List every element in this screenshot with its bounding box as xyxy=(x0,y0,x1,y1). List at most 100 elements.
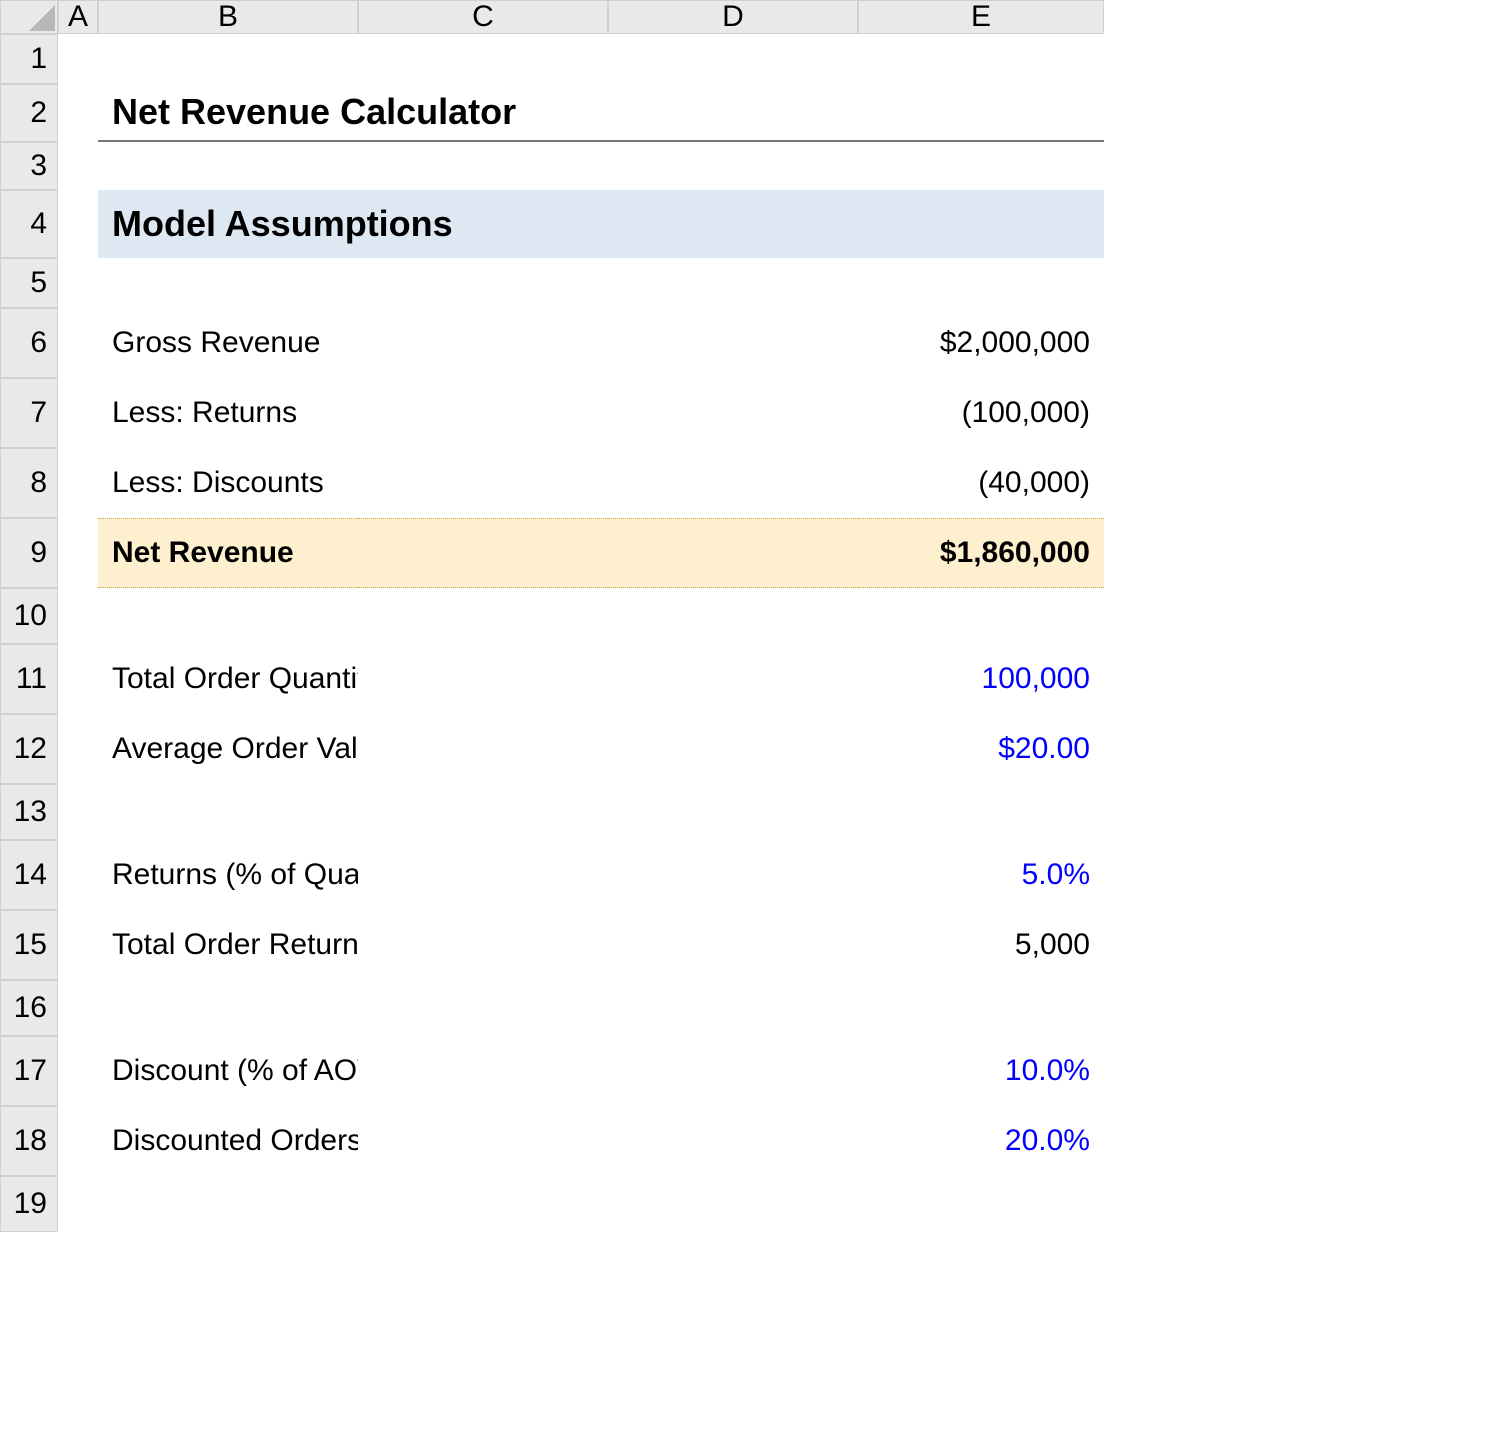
col-header-C[interactable]: C xyxy=(358,0,608,34)
value-less-discounts[interactable]: (40,000) xyxy=(858,448,1104,518)
cell-D7[interactable] xyxy=(608,378,858,448)
value-net-revenue[interactable]: $1,860,000 xyxy=(858,518,1104,588)
cell-A7[interactable] xyxy=(58,378,98,448)
cell-C10[interactable] xyxy=(358,588,608,644)
section-header[interactable]: Model Assumptions xyxy=(98,190,1104,258)
row-header-11[interactable]: 11 xyxy=(0,644,58,714)
row-header-4[interactable]: 4 xyxy=(0,190,58,258)
cell-E5[interactable] xyxy=(858,258,1104,308)
cell-A6[interactable] xyxy=(58,308,98,378)
value-total-returns[interactable]: 5,000 xyxy=(858,910,1104,980)
title-cell[interactable]: Net Revenue Calculator xyxy=(98,84,1104,142)
value-aov[interactable]: $20.00 xyxy=(858,714,1104,784)
label-aov[interactable]: Average Order Value (AOV) xyxy=(98,714,358,784)
value-discounted-orders-pct[interactable]: 20.0% xyxy=(858,1106,1104,1176)
row-header-6[interactable]: 6 xyxy=(0,308,58,378)
row-header-8[interactable]: 8 xyxy=(0,448,58,518)
cell-A13[interactable] xyxy=(58,784,98,840)
row-header-18[interactable]: 18 xyxy=(0,1106,58,1176)
cell-A18[interactable] xyxy=(58,1106,98,1176)
value-discount-pct[interactable]: 10.0% xyxy=(858,1036,1104,1106)
cell-C16[interactable] xyxy=(358,980,608,1036)
cell-B1[interactable] xyxy=(98,34,358,84)
cell-D1[interactable] xyxy=(608,34,858,84)
row-header-2[interactable]: 2 xyxy=(0,84,58,142)
cell-A11[interactable] xyxy=(58,644,98,714)
cell-D3[interactable] xyxy=(608,142,858,190)
cell-A9[interactable] xyxy=(58,518,98,588)
row-header-5[interactable]: 5 xyxy=(0,258,58,308)
cell-D6[interactable] xyxy=(608,308,858,378)
row-header-1[interactable]: 1 xyxy=(0,34,58,84)
cell-A16[interactable] xyxy=(58,980,98,1036)
label-returns-pct[interactable]: Returns (% of Quantity) xyxy=(98,840,358,910)
label-less-discounts[interactable]: Less: Discounts xyxy=(98,448,358,518)
cell-D12[interactable] xyxy=(608,714,858,784)
cell-D18[interactable] xyxy=(608,1106,858,1176)
cell-B3[interactable] xyxy=(98,142,358,190)
cell-D11[interactable] xyxy=(608,644,858,714)
cell-D14[interactable] xyxy=(608,840,858,910)
cell-E16[interactable] xyxy=(858,980,1104,1036)
row-header-16[interactable]: 16 xyxy=(0,980,58,1036)
row-header-12[interactable]: 12 xyxy=(0,714,58,784)
label-total-order-qty[interactable]: Total Order Quantity xyxy=(98,644,358,714)
label-total-returns[interactable]: Total Order Returns xyxy=(98,910,358,980)
cell-B16[interactable] xyxy=(98,980,358,1036)
cell-C13[interactable] xyxy=(358,784,608,840)
row-header-9[interactable]: 9 xyxy=(0,518,58,588)
cell-C18[interactable] xyxy=(358,1106,608,1176)
cell-D10[interactable] xyxy=(608,588,858,644)
cell-C7[interactable] xyxy=(358,378,608,448)
cell-C1[interactable] xyxy=(358,34,608,84)
cell-C5[interactable] xyxy=(358,258,608,308)
cell-C3[interactable] xyxy=(358,142,608,190)
cell-A19[interactable] xyxy=(58,1176,98,1232)
row-header-19[interactable]: 19 xyxy=(0,1176,58,1232)
cell-A10[interactable] xyxy=(58,588,98,644)
cell-B19[interactable] xyxy=(98,1176,358,1232)
cell-C11[interactable] xyxy=(358,644,608,714)
col-header-A[interactable]: A xyxy=(58,0,98,34)
cell-A4[interactable] xyxy=(58,190,98,258)
row-header-14[interactable]: 14 xyxy=(0,840,58,910)
col-header-E[interactable]: E xyxy=(858,0,1104,34)
cell-C14[interactable] xyxy=(358,840,608,910)
select-all-corner[interactable] xyxy=(0,0,58,34)
cell-C8[interactable] xyxy=(358,448,608,518)
row-header-3[interactable]: 3 xyxy=(0,142,58,190)
cell-D17[interactable] xyxy=(608,1036,858,1106)
cell-E3[interactable] xyxy=(858,142,1104,190)
value-returns-pct[interactable]: 5.0% xyxy=(858,840,1104,910)
value-total-order-qty[interactable]: 100,000 xyxy=(858,644,1104,714)
cell-D15[interactable] xyxy=(608,910,858,980)
cell-C15[interactable] xyxy=(358,910,608,980)
cell-C9[interactable] xyxy=(358,518,608,588)
cell-B13[interactable] xyxy=(98,784,358,840)
cell-A17[interactable] xyxy=(58,1036,98,1106)
cell-B5[interactable] xyxy=(98,258,358,308)
col-header-D[interactable]: D xyxy=(608,0,858,34)
cell-D5[interactable] xyxy=(608,258,858,308)
cell-A14[interactable] xyxy=(58,840,98,910)
cell-D8[interactable] xyxy=(608,448,858,518)
row-header-13[interactable]: 13 xyxy=(0,784,58,840)
row-header-17[interactable]: 17 xyxy=(0,1036,58,1106)
cell-C19[interactable] xyxy=(358,1176,608,1232)
cell-B10[interactable] xyxy=(98,588,358,644)
cell-C17[interactable] xyxy=(358,1036,608,1106)
cell-D16[interactable] xyxy=(608,980,858,1036)
col-header-B[interactable]: B xyxy=(98,0,358,34)
cell-D9[interactable] xyxy=(608,518,858,588)
cell-E19[interactable] xyxy=(858,1176,1104,1232)
label-discount-pct[interactable]: Discount (% of AOV) xyxy=(98,1036,358,1106)
cell-C12[interactable] xyxy=(358,714,608,784)
cell-C6[interactable] xyxy=(358,308,608,378)
cell-A8[interactable] xyxy=(58,448,98,518)
cell-D13[interactable] xyxy=(608,784,858,840)
cell-A1[interactable] xyxy=(58,34,98,84)
cell-E10[interactable] xyxy=(858,588,1104,644)
cell-A12[interactable] xyxy=(58,714,98,784)
value-gross-revenue[interactable]: $2,000,000 xyxy=(858,308,1104,378)
label-discounted-orders-pct[interactable]: Discounted Orders (% of Quantity) xyxy=(98,1106,358,1176)
